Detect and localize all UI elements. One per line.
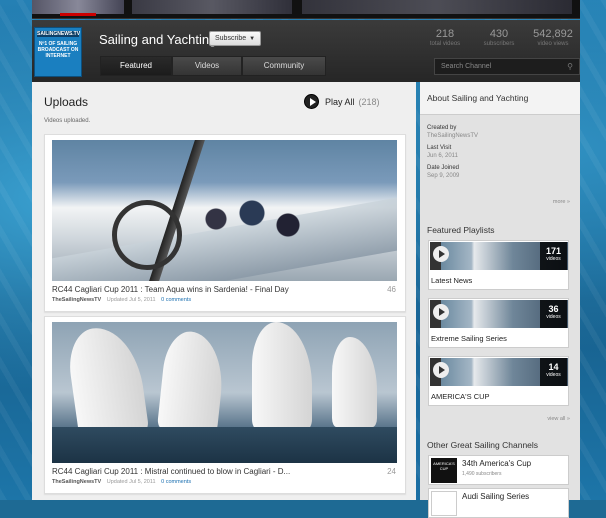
playlist-count-unit: videos bbox=[546, 256, 561, 262]
uploads-subtitle: Videos uploaded. bbox=[44, 118, 91, 124]
date-joined-label: Date Joined bbox=[427, 165, 460, 171]
video-date: Updated Jul 5, 2011 bbox=[106, 297, 156, 303]
playlist-name[interactable]: Extreme Sailing Series bbox=[431, 334, 507, 343]
stat-value: 542,892 bbox=[533, 28, 573, 40]
stat-total-videos: 218 total videos bbox=[418, 28, 472, 47]
play-all-count: (218) bbox=[358, 96, 380, 107]
play-all-label: Play All bbox=[325, 96, 355, 107]
video-comments-link[interactable]: 0 comments bbox=[161, 479, 191, 485]
playlist-count-unit: videos bbox=[546, 314, 561, 320]
about-details: Created by TheSailingNewsTV Last Visit J… bbox=[427, 125, 572, 179]
other-channels-heading: Other Great Sailing Channels bbox=[427, 440, 539, 450]
channel-subscribers: 1,490 subscribers bbox=[462, 471, 502, 477]
channel-tabs: Featured Videos Community bbox=[100, 56, 326, 76]
playlist-count-unit: videos bbox=[546, 372, 561, 378]
stat-label: total videos bbox=[429, 41, 461, 47]
video-card[interactable]: RC44 Cagliari Cup 2011 : Team Aqua wins … bbox=[44, 134, 406, 312]
avatar-text: AMERICA'S CUP bbox=[433, 461, 455, 471]
more-link[interactable]: more » bbox=[553, 199, 570, 205]
playlist-count: 14 videos bbox=[540, 358, 567, 386]
video-title[interactable]: RC44 Cagliari Cup 2011 : Team Aqua wins … bbox=[52, 285, 352, 294]
video-date: Updated Jul 5, 2011 bbox=[106, 479, 156, 485]
thumb-shape bbox=[156, 329, 228, 435]
playlist-count: 36 videos bbox=[540, 300, 567, 328]
playlist-name[interactable]: AMERICA'S CUP bbox=[431, 392, 490, 401]
progress-indicator bbox=[60, 13, 96, 16]
view-all-link[interactable]: view all » bbox=[547, 416, 570, 422]
about-heading: About Sailing and Yachting bbox=[420, 82, 580, 115]
playlist-count: 171 videos bbox=[540, 242, 567, 270]
last-visit-value: Jun 6, 2011 bbox=[427, 153, 458, 159]
uploads-panel: Uploads Play All (218) Videos uploaded. … bbox=[32, 82, 416, 500]
channel-avatar[interactable]: AMERICA'S CUP bbox=[431, 458, 457, 483]
logo-line1: SAILINGNEWS.TV bbox=[37, 31, 81, 37]
playlist-card[interactable]: 171 videos Latest News bbox=[428, 240, 569, 290]
video-meta: TheSailingNewsTV Updated Jul 5, 2011 0 c… bbox=[52, 479, 191, 485]
video-number: 24 bbox=[387, 467, 396, 476]
video-thumbnail[interactable] bbox=[52, 140, 397, 281]
film-thumb[interactable] bbox=[302, 0, 572, 14]
date-joined-value: Sep 9, 2009 bbox=[427, 173, 460, 179]
video-meta: TheSailingNewsTV Updated Jul 5, 2011 0 c… bbox=[52, 297, 191, 303]
playlist-count-value: 36 bbox=[548, 304, 559, 314]
channel-name[interactable]: 34th America's Cup bbox=[462, 459, 531, 468]
featured-playlists-heading: Featured Playlists bbox=[427, 225, 495, 235]
stat-value: 430 bbox=[489, 28, 509, 40]
stat-subscribers: 430 subscribers bbox=[472, 28, 526, 47]
playlist-name[interactable]: Latest News bbox=[431, 276, 472, 285]
channel-header: SAILINGNEWS.TV Nº1 OF SAILING BROADCAST … bbox=[32, 20, 580, 82]
playlist-count-value: 171 bbox=[545, 246, 562, 256]
search-placeholder: Search Channel bbox=[441, 63, 492, 70]
channel-stats: 218 total videos 430 subscribers 542,892 vi… bbox=[418, 28, 580, 47]
video-filmstrip[interactable] bbox=[32, 0, 580, 19]
stat-label: subscribers bbox=[483, 41, 515, 47]
sidebar: About Sailing and Yachting Created by Th… bbox=[420, 82, 580, 518]
video-thumbnail[interactable] bbox=[52, 322, 397, 463]
channel-title: Sailing and Yachting bbox=[99, 32, 217, 47]
stat-label: video views bbox=[537, 41, 569, 47]
thumb-shape bbox=[252, 322, 312, 430]
created-by-label: Created by bbox=[427, 125, 457, 131]
stat-video-views: 542,892 video views bbox=[526, 28, 580, 47]
thumb-shape bbox=[64, 322, 150, 442]
tab-community[interactable]: Community bbox=[242, 56, 326, 76]
play-icon[interactable] bbox=[433, 362, 449, 378]
play-all-button[interactable]: Play All (218) bbox=[304, 94, 380, 109]
search-input[interactable]: Search Channel ⚲ bbox=[434, 58, 580, 75]
thumb-shape bbox=[52, 427, 397, 463]
thumb-shape bbox=[112, 200, 182, 270]
video-channel-link[interactable]: TheSailingNewsTV bbox=[52, 297, 101, 303]
channel-card[interactable]: Audi Sailing Series bbox=[428, 488, 569, 518]
logo-line2: Nº1 OF SAILING BROADCAST ON INTERNET bbox=[37, 41, 79, 59]
search-icon[interactable]: ⚲ bbox=[567, 59, 573, 74]
channel-avatar[interactable] bbox=[431, 491, 457, 516]
video-comments-link[interactable]: 0 comments bbox=[161, 297, 191, 303]
play-icon[interactable] bbox=[304, 94, 319, 109]
play-icon[interactable] bbox=[433, 246, 449, 262]
playlist-card[interactable]: 14 videos AMERICA'S CUP bbox=[428, 356, 569, 406]
video-channel-link[interactable]: TheSailingNewsTV bbox=[52, 479, 101, 485]
channel-logo[interactable]: SAILINGNEWS.TV Nº1 OF SAILING BROADCAST … bbox=[34, 27, 82, 77]
tab-featured[interactable]: Featured bbox=[100, 56, 172, 76]
last-visit-label: Last Visit bbox=[427, 145, 452, 151]
playlist-card[interactable]: 36 videos Extreme Sailing Series bbox=[428, 298, 569, 348]
subscribe-button[interactable]: Subscribe ▼ bbox=[209, 31, 262, 46]
subscribe-label: Subscribe bbox=[215, 35, 247, 42]
created-by-link[interactable]: TheSailingNewsTV bbox=[427, 133, 572, 139]
video-number: 46 bbox=[387, 285, 396, 294]
stat-value: 218 bbox=[435, 28, 455, 40]
film-thumb[interactable] bbox=[32, 0, 124, 14]
play-icon[interactable] bbox=[433, 304, 449, 320]
playlist-count-value: 14 bbox=[548, 362, 559, 372]
uploads-title: Uploads bbox=[44, 95, 89, 109]
video-card[interactable]: RC44 Cagliari Cup 2011 : Mistral continu… bbox=[44, 316, 406, 494]
tab-videos[interactable]: Videos bbox=[172, 56, 242, 76]
thumb-shape bbox=[332, 337, 377, 427]
film-thumb[interactable] bbox=[132, 0, 292, 14]
chevron-down-icon: ▼ bbox=[249, 36, 256, 42]
thumb-shape bbox=[192, 195, 312, 255]
video-title[interactable]: RC44 Cagliari Cup 2011 : Mistral continu… bbox=[52, 467, 352, 476]
channel-card[interactable]: AMERICA'S CUP 34th America's Cup 1,490 s… bbox=[428, 455, 569, 485]
